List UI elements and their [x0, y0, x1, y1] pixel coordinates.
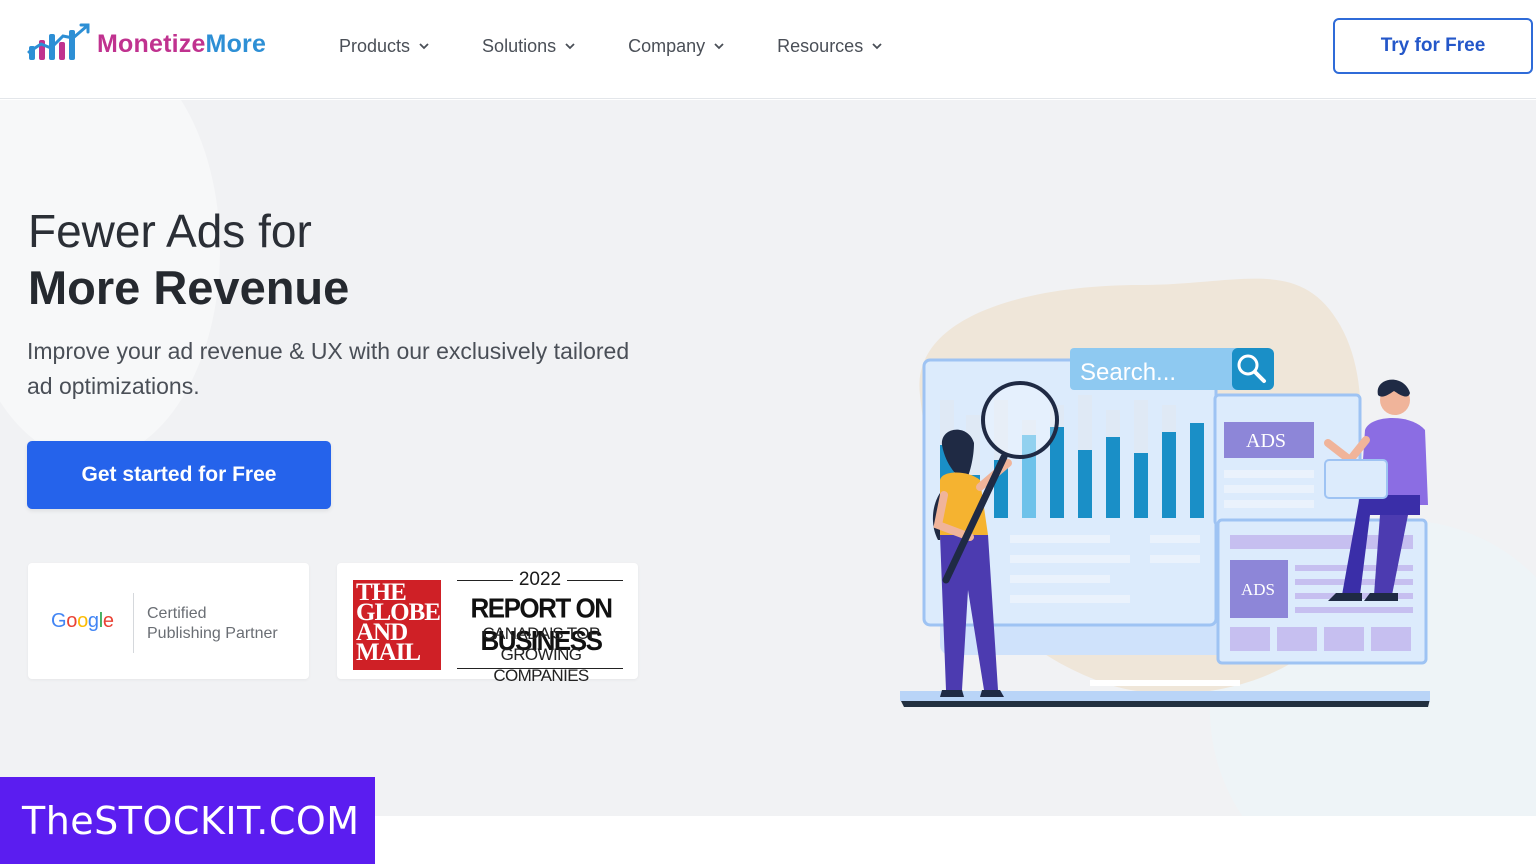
chevron-down-icon — [419, 43, 429, 50]
chevron-down-icon — [872, 43, 882, 50]
logo-text: MonetizeMore — [97, 29, 267, 58]
award-year: 2022 — [457, 569, 623, 591]
chevron-down-icon — [714, 43, 724, 50]
nav-solutions[interactable]: Solutions — [482, 31, 576, 61]
chevron-down-icon — [565, 43, 575, 50]
main-nav: Products Solutions Company Resources — [339, 31, 935, 61]
globe-and-mail-badge: THE GLOBE AND MAIL 2022 REPORT ON BUSINE… — [337, 563, 638, 685]
award-subtitle: CANADA'S TOP GROWING COMPANIES — [482, 624, 600, 685]
hero-section: Fewer Ads for More Revenue Improve your … — [0, 100, 1536, 816]
ads-label: ADS — [1246, 430, 1286, 452]
watermark-banner: TheSTOCKIT.COM — [0, 777, 375, 864]
logo-chart-icon — [27, 23, 90, 60]
globe-and-mail-logo: THE GLOBE AND MAIL — [353, 580, 441, 670]
google-partner-badge: Google Certified Publishing Partner — [28, 563, 309, 679]
nav-resources[interactable]: Resources — [777, 31, 883, 61]
try-for-free-button[interactable]: Try for Free — [1333, 18, 1533, 74]
badge-divider — [133, 593, 134, 653]
logo[interactable]: MonetizeMore — [27, 22, 266, 66]
google-badge-text: Certified Publishing Partner — [147, 605, 278, 642]
ads-label: ADS — [1241, 580, 1275, 599]
illustration-search-text: Search... — [1080, 359, 1176, 386]
nav-products[interactable]: Products — [339, 31, 430, 61]
nav-company[interactable]: Company — [628, 31, 725, 61]
hero-subtitle: Improve your ad revenue & UX with our ex… — [27, 338, 630, 399]
hero-illustration: Search... ADS ADS — [900, 278, 1430, 707]
google-logo: Google — [51, 610, 114, 632]
site-header: MonetizeMore Products Solutions Company … — [0, 0, 1536, 99]
hero-title-line1: Fewer Ads for — [28, 205, 312, 257]
page: MonetizeMore Products Solutions Company … — [0, 0, 1536, 864]
hero-title-line2: More Revenue — [28, 261, 350, 314]
get-started-button[interactable]: Get started for Free — [27, 441, 331, 509]
